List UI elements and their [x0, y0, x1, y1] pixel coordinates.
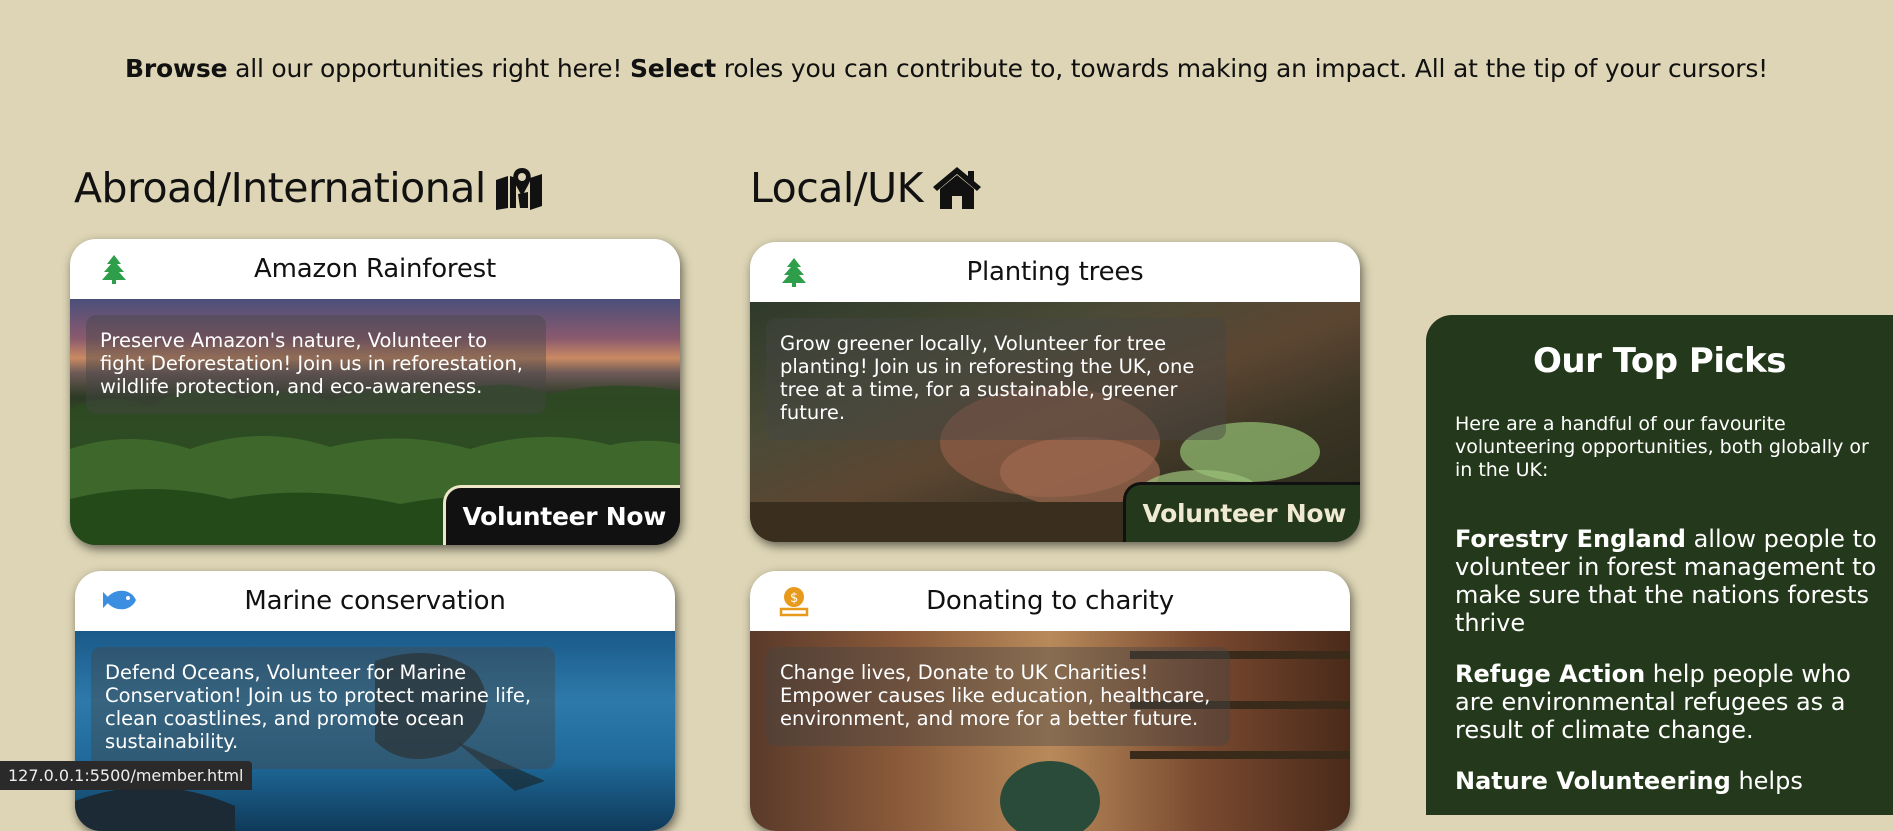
- card-header: Amazon Rainforest: [70, 239, 680, 299]
- card-title: Marine conservation: [244, 586, 506, 616]
- card-amazon-rainforest[interactable]: Amazon Rainforest Preserve Amazon's natu…: [70, 239, 680, 545]
- rainforest-image: Preserve Amazon's nature, Volunteer to f…: [70, 299, 680, 545]
- intro-text: Browse all our opportunities right here!…: [0, 54, 1893, 83]
- map-location-icon: [494, 166, 544, 210]
- card-description: Grow greener locally, Volunteer for tree…: [766, 318, 1226, 440]
- intro-part2: roles you can contribute to, towards mak…: [716, 54, 1768, 83]
- status-bar-url: 127.0.0.1:5500/member.html: [0, 761, 252, 790]
- intro-browse: Browse: [125, 54, 228, 83]
- section-title-local-text: Local/UK: [750, 164, 923, 212]
- volunteer-now-button[interactable]: Volunteer Now: [1123, 482, 1360, 542]
- fish-icon: [103, 585, 136, 617]
- top-pick-text: helps: [1730, 767, 1803, 795]
- card-description: Defend Oceans, Volunteer for Marine Cons…: [91, 647, 555, 769]
- section-title-abroad-text: Abroad/International: [74, 164, 486, 212]
- ocean-image: Defend Oceans, Volunteer for Marine Cons…: [75, 631, 675, 831]
- card-description: Preserve Amazon's nature, Volunteer to f…: [86, 315, 546, 414]
- tree-icon: [778, 256, 810, 288]
- intro-select: Select: [629, 54, 716, 83]
- section-title-local: Local/UK: [750, 164, 983, 212]
- house-icon: [931, 165, 983, 211]
- card-description: Change lives, Donate to UK Charities! Em…: [766, 647, 1230, 746]
- card-header: Planting trees: [750, 242, 1360, 302]
- charity-shop-image: Change lives, Donate to UK Charities! Em…: [750, 631, 1350, 831]
- card-planting-trees[interactable]: Planting trees Grow greener locally, Vol…: [750, 242, 1360, 542]
- top-picks-title: Our Top Picks: [1533, 341, 1787, 381]
- card-marine-conservation[interactable]: Marine conservation Defend Oceans, Volun…: [75, 571, 675, 831]
- card-donating-to-charity[interactable]: $ Donating to charity Change lives, Dona…: [750, 571, 1350, 831]
- intro-part1: all our opportunities right here!: [227, 54, 630, 83]
- volunteer-now-button[interactable]: Volunteer Now: [443, 485, 680, 545]
- top-pick-nature-volunteering: Nature Volunteering helps: [1455, 767, 1885, 795]
- top-picks-intro: Here are a handful of our favourite volu…: [1455, 413, 1869, 481]
- tree-icon: [98, 253, 130, 285]
- top-pick-name: Refuge Action: [1455, 660, 1646, 688]
- top-pick-refuge-action: Refuge Action help people who are enviro…: [1455, 660, 1885, 744]
- card-header: Marine conservation: [75, 571, 675, 631]
- top-pick-name: Forestry England: [1455, 525, 1686, 553]
- svg-text:$: $: [790, 591, 798, 606]
- top-pick-forestry-england: Forestry England allow people to volunte…: [1455, 525, 1885, 637]
- donate-icon: $: [778, 585, 810, 617]
- card-header: $ Donating to charity: [750, 571, 1350, 631]
- card-title: Planting trees: [966, 257, 1144, 287]
- card-title: Donating to charity: [926, 586, 1174, 616]
- card-title: Amazon Rainforest: [254, 254, 496, 284]
- top-picks-panel: Our Top Picks Here are a handful of our …: [1426, 315, 1893, 815]
- top-pick-name: Nature Volunteering: [1455, 767, 1731, 795]
- planting-trees-image: Grow greener locally, Volunteer for tree…: [750, 302, 1360, 542]
- section-title-abroad: Abroad/International: [74, 164, 544, 212]
